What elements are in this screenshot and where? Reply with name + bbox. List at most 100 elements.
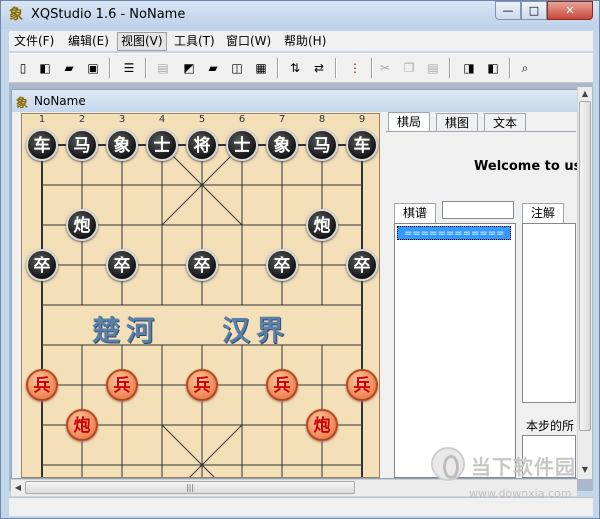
black-soldier[interactable]: 卒: [26, 249, 58, 281]
black-advisor[interactable]: 士: [146, 129, 178, 161]
export-icon[interactable]: ◩: [179, 58, 199, 78]
toolbar-separator: [371, 58, 373, 78]
import-folder-icon[interactable]: ▰: [203, 58, 223, 78]
preview-icon[interactable]: ⌕: [515, 58, 535, 78]
folder-icon[interactable]: ▰: [59, 58, 79, 78]
tab-text[interactable]: 文本: [484, 113, 527, 131]
record-list-item[interactable]: ============: [397, 226, 511, 240]
red-cannon[interactable]: 炮: [66, 409, 98, 441]
black-soldier[interactable]: 卒: [346, 249, 378, 281]
toolbar-separator: [109, 58, 111, 78]
column-number: 1: [38, 114, 46, 125]
swap-icon[interactable]: ⇄: [309, 58, 329, 78]
red-soldier[interactable]: 兵: [106, 369, 138, 401]
open-icon[interactable]: ◧: [35, 58, 55, 78]
title-bar: 象 XQStudio 1.6 - NoName — □ ✕: [1, 1, 599, 29]
column-number: 9: [358, 114, 366, 125]
black-soldier[interactable]: 卒: [186, 249, 218, 281]
black-advisor[interactable]: 士: [226, 129, 258, 161]
tab-game[interactable]: 棋局: [388, 112, 431, 132]
column-number: 5: [198, 114, 206, 125]
toolbar-separator: [335, 58, 337, 78]
record-icon[interactable]: ▤: [153, 58, 173, 78]
welcome-text: Welcome to use: [474, 159, 591, 174]
page-prev-icon[interactable]: ◨: [459, 58, 479, 78]
tab-divider: [386, 131, 576, 132]
column-number: 7: [278, 114, 286, 125]
toolbar-separator: [277, 58, 279, 78]
comment-box[interactable]: [522, 223, 576, 403]
vertical-scroll-thumb[interactable]: [579, 101, 591, 431]
record-list[interactable]: ============: [394, 223, 516, 478]
edit-board-icon[interactable]: ▦: [251, 58, 271, 78]
column-number: 6: [238, 114, 246, 125]
column-number: 4: [158, 114, 166, 125]
new-icon[interactable]: ▯: [13, 58, 33, 78]
chess-board[interactable]: 1 2 3 4 5 6 7 8 9 楚河 汉界 车 马 象 士 将 士 象 马 …: [21, 113, 380, 478]
paste-icon[interactable]: ▤: [423, 58, 443, 78]
red-soldier[interactable]: 兵: [26, 369, 58, 401]
watermark-url: www.downxia.com: [469, 487, 572, 500]
black-cannon[interactable]: 炮: [306, 209, 338, 241]
toolbar: ▯ ◧ ▰ ▣ ☰ ▤ ◩ ▰ ◫ ▦ ⇅ ⇄ ⋮ ✂ ❐ ▤ ◨ ◧ ⌕: [9, 53, 593, 83]
horizontal-scroll-thumb[interactable]: |||: [25, 481, 355, 494]
menu-tools[interactable]: 工具(T): [171, 33, 218, 50]
watermark-text: 当下软件园: [471, 455, 576, 479]
black-elephant[interactable]: 象: [266, 129, 298, 161]
column-number: 3: [118, 114, 126, 125]
menu-edit[interactable]: 编辑(E): [65, 33, 112, 50]
red-soldier[interactable]: 兵: [266, 369, 298, 401]
side-panel: 棋局 棋图 文本 Welcome to use 棋谱 注解 ==========…: [386, 112, 590, 478]
black-rook[interactable]: 车: [346, 129, 378, 161]
watermark-logo-icon: [431, 447, 465, 481]
black-horse[interactable]: 马: [306, 129, 338, 161]
black-horse[interactable]: 马: [66, 129, 98, 161]
tab-diagram[interactable]: 棋图: [436, 113, 479, 131]
maximize-button[interactable]: □: [521, 1, 547, 20]
black-rook[interactable]: 车: [26, 129, 58, 161]
black-soldier[interactable]: 卒: [266, 249, 298, 281]
minimize-button[interactable]: —: [495, 1, 521, 20]
toolbar-separator: [449, 58, 451, 78]
menu-bar: 文件(F) 编辑(E) 视图(V) 工具(T) 窗口(W) 帮助(H): [9, 31, 593, 51]
copy-board-icon[interactable]: ◫: [227, 58, 247, 78]
flip-vertical-icon[interactable]: ⇅: [285, 58, 305, 78]
vertical-scrollbar[interactable]: ▲ ▼: [577, 87, 592, 479]
menu-file[interactable]: 文件(F): [11, 33, 57, 50]
menu-window[interactable]: 窗口(W): [223, 33, 274, 50]
app-icon: 象: [9, 7, 23, 23]
column-number: 8: [318, 114, 326, 125]
toolbar-separator: [145, 58, 147, 78]
black-general[interactable]: 将: [186, 129, 218, 161]
save-icon[interactable]: ▣: [83, 58, 103, 78]
river-left-text: 楚河: [92, 314, 161, 347]
menu-help[interactable]: 帮助(H): [281, 33, 329, 50]
scroll-left-icon[interactable]: ◀: [11, 481, 25, 495]
black-soldier[interactable]: 卒: [106, 249, 138, 281]
cut-icon[interactable]: ✂: [375, 58, 395, 78]
close-button[interactable]: ✕: [547, 1, 593, 20]
black-elephant[interactable]: 象: [106, 129, 138, 161]
step-label: 本步的所: [526, 419, 575, 433]
river-right-text: 汉界: [222, 314, 291, 347]
toolbar-separator: [509, 58, 511, 78]
document-title: NoName: [34, 94, 86, 108]
scroll-up-icon[interactable]: ▲: [578, 87, 592, 101]
watermark: 当下软件园 www.downxia.com: [431, 447, 591, 517]
red-soldier[interactable]: 兵: [346, 369, 378, 401]
document-icon: 象: [16, 96, 29, 110]
copy-icon[interactable]: ❐: [399, 58, 419, 78]
record-title-field[interactable]: [442, 201, 514, 219]
list-icon[interactable]: ☰: [119, 58, 139, 78]
black-cannon[interactable]: 炮: [66, 209, 98, 241]
red-cannon[interactable]: 炮: [306, 409, 338, 441]
menu-view[interactable]: 视图(V): [117, 32, 167, 51]
comment-label: 注解: [522, 203, 565, 223]
window-title: XQStudio 1.6 - NoName: [31, 7, 186, 22]
moves-icon[interactable]: ⋮: [345, 58, 365, 78]
document-title-bar: 象 NoName: [12, 90, 578, 112]
column-number: 2: [78, 114, 86, 125]
page-next-icon[interactable]: ◧: [483, 58, 503, 78]
record-label: 棋谱: [394, 203, 437, 223]
red-soldier[interactable]: 兵: [186, 369, 218, 401]
